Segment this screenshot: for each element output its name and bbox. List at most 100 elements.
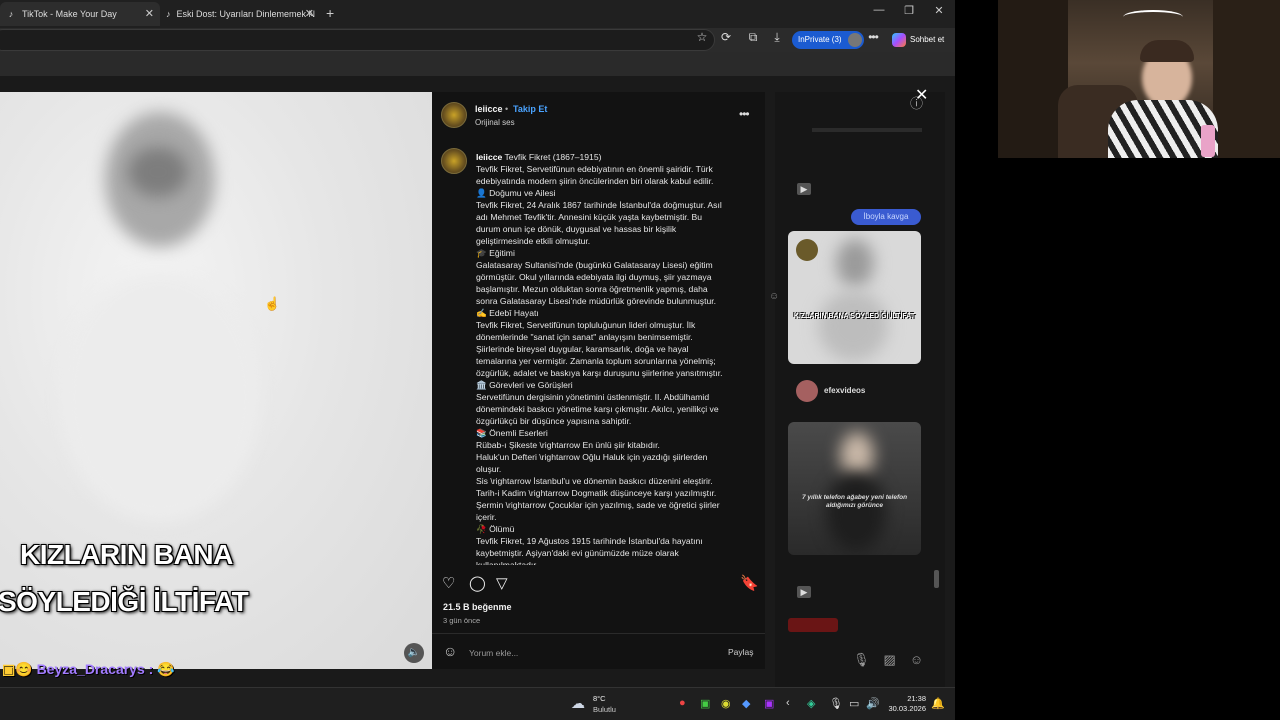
chevron-icon[interactable]: ‹: [786, 697, 790, 709]
tiktok-icon: ♪: [8, 9, 14, 19]
webcam-feed: [998, 0, 1280, 158]
sticker-icon[interactable]: ☺: [910, 652, 923, 668]
copilot-icon: [892, 33, 906, 47]
weather-condition[interactable]: Bulutlu: [593, 705, 616, 714]
video-player[interactable]: KIZLARIN BANA SÖYLEDİĞİ İLTİFAT: [0, 92, 432, 669]
caption-body: Tevfik Fikret, Servetifünun edebiyatının…: [476, 163, 744, 565]
bookmark-icon[interactable]: 🔖: [740, 574, 759, 592]
window-close-icon[interactable]: ✕: [924, 4, 954, 17]
tab-tiktok[interactable]: ♪ TikTok - Make Your Day ✕: [0, 2, 160, 26]
tab-eski-dost[interactable]: ♪ Eski Dost: Uyarıları Dinlememek N ✕: [160, 2, 320, 26]
app-icon[interactable]: ◆: [742, 697, 750, 710]
tab-bar: ♪ TikTok - Make Your Day ✕ ♪ Eski Dost: …: [0, 0, 955, 28]
reel-thumbnail[interactable]: [788, 618, 838, 632]
more-options-icon[interactable]: •••: [739, 107, 750, 121]
reel-thumbnail[interactable]: KIZLARIN BANA SÖYLEDİĞİ İLTİFAT: [788, 231, 921, 364]
avatar: [796, 380, 818, 402]
tab-title: Eski Dost: Uyarıları Dinlememek N: [176, 9, 316, 19]
caption-line: Tarih-i Kadim \rightarrow Dogmatik düşün…: [476, 488, 717, 498]
bell-icon[interactable]: 🔔: [931, 697, 945, 710]
app-icon[interactable]: ▣: [700, 697, 710, 710]
caption-line: Tevfik Fikret, 24 Aralık 1867 tarihinde …: [476, 200, 722, 210]
scrollbar[interactable]: [934, 570, 939, 588]
extensions-icon[interactable]: ⟳: [716, 30, 736, 44]
caption-line: Servetifünun dergisinin yönetimini üstle…: [476, 392, 710, 402]
close-icon[interactable]: ✕: [305, 7, 314, 20]
comment-icon[interactable]: ◯: [469, 574, 486, 592]
avatar[interactable]: [441, 102, 467, 128]
app-icon[interactable]: ◉: [721, 697, 731, 710]
chat-text: : 😂: [144, 661, 175, 677]
address-bar[interactable]: [0, 29, 715, 51]
app-icon[interactable]: ▣: [764, 697, 774, 710]
comment-input[interactable]: [469, 646, 709, 660]
star-icon[interactable]: ☆: [692, 30, 712, 44]
volume-icon[interactable]: 🔊: [866, 697, 880, 710]
post-time: 3 gün önce: [443, 616, 481, 625]
post-caption: leiicce Tevfik Fikret (1867–1915) Tevfik…: [476, 151, 744, 565]
close-icon[interactable]: ✕: [915, 85, 928, 105]
reel-thumbnail[interactable]: 7 yıllık telefon ağabey yeni telefon ald…: [788, 422, 921, 555]
caption-line: sonra Galatasaray Lisesi'nde müdürlük gö…: [476, 296, 717, 306]
caption-line: başlamıştır. Mezun olduktan sonra öğretm…: [476, 284, 708, 294]
weather-temp[interactable]: 8°C: [593, 694, 606, 703]
caption-line: kullanılmaktadır.: [476, 560, 539, 565]
post-username[interactable]: leiicce: [475, 104, 503, 114]
badge-icons: ▣😊: [2, 661, 33, 677]
caption-line: görmüştür. Okul yıllarında edebiyata ilg…: [476, 272, 712, 282]
footer-icons: 🎙 ▨ ☺: [853, 652, 923, 668]
clock[interactable]: 21:38 30.03.2026: [886, 694, 926, 714]
caption-line: 🥀 Ölümü: [476, 524, 515, 534]
caption-line: 🎓 Eğitimi: [476, 248, 515, 258]
caption-line: Rübab-ı Şikeste \rightarrow En ünlü şiir…: [476, 440, 660, 450]
mouse-cursor-icon: ☝: [264, 296, 281, 311]
collections-icon[interactable]: ⧉: [743, 30, 763, 45]
inprivate-button[interactable]: InPrivate (3): [792, 31, 864, 49]
more-menu-icon[interactable]: •••: [863, 30, 883, 44]
caption-line: geliştirmesinde etkili olmuştur.: [476, 236, 591, 246]
chat-username: Beyza_Dracarys: [36, 661, 145, 677]
app-icon[interactable]: ●: [679, 697, 686, 709]
caption-line: Tevfik Fikret, Servetifünun edebiyatının…: [476, 164, 713, 174]
audio-label[interactable]: Orijinal ses: [475, 118, 515, 127]
security-icon[interactable]: ◈: [807, 697, 815, 710]
thumb-caption: KIZLARIN BANA SÖYLEDİĞİ İLTİFAT: [793, 313, 916, 320]
caption-line: Sis \rightarrow İstanbul'u ve dönemin ba…: [476, 476, 713, 486]
stream-chat-message: ▣😊 Beyza_Dracarys : 😂: [2, 661, 175, 678]
thumb-caption: 7 yıllık telefon ağabey yeni telefon ald…: [801, 494, 908, 509]
caption-line: özgürlük, adalet ve baskıya karşı duruşu…: [476, 368, 723, 378]
message-bubble: İboyla kavga: [851, 209, 921, 225]
caption-line: Tevfik Fikret, 19 Ağustos 1915 tarihinde…: [476, 536, 703, 546]
download-icon[interactable]: ⤓: [767, 30, 787, 45]
avatar: [847, 33, 862, 47]
follow-button[interactable]: Takip Et: [513, 104, 547, 114]
heart-icon[interactable]: ♡: [442, 574, 455, 592]
share-button[interactable]: Paylaş: [728, 647, 754, 657]
copilot-chat-button[interactable]: Sohbet et: [892, 31, 944, 49]
caption-line: 👤 Doğumu ve Ailesi: [476, 188, 556, 198]
close-icon[interactable]: ✕: [145, 7, 154, 20]
microphone-icon[interactable]: 🎙: [853, 652, 870, 668]
separator: •: [505, 104, 509, 114]
share-icon[interactable]: ▽: [496, 574, 508, 592]
caption-line: adı Mehmet Tevfik'tir. Annesini küçük ya…: [476, 212, 702, 222]
emoji-react-icon[interactable]: ☺: [769, 291, 779, 302]
video-caption-line1: KIZLARIN BANA: [20, 539, 233, 570]
caption-line: Haluk'un Defteri \rightarrow Oğlu Haluk …: [476, 452, 708, 462]
image-icon[interactable]: ▨: [884, 652, 896, 668]
clock-date: 30.03.2026: [888, 704, 926, 713]
like-count[interactable]: 21.5 B beğenme: [443, 602, 512, 612]
caption-line: 📚 Önemli Eserleri: [476, 428, 548, 438]
cloud-icon[interactable]: ☁: [571, 695, 585, 712]
microphone-icon[interactable]: 🎙: [829, 697, 843, 710]
caption-line: içerir.: [476, 512, 497, 522]
avatar[interactable]: [441, 148, 467, 174]
network-icon[interactable]: ▭: [849, 697, 859, 710]
restore-icon[interactable]: ❐: [894, 4, 924, 17]
reel-username[interactable]: efexvideos: [824, 386, 865, 395]
new-tab-button[interactable]: +: [326, 5, 334, 21]
minimize-icon[interactable]: —: [864, 4, 894, 16]
emoji-icon[interactable]: ☺: [443, 643, 457, 659]
caption-username[interactable]: leiicce: [476, 152, 502, 162]
mute-icon[interactable]: 🔈: [404, 643, 424, 663]
